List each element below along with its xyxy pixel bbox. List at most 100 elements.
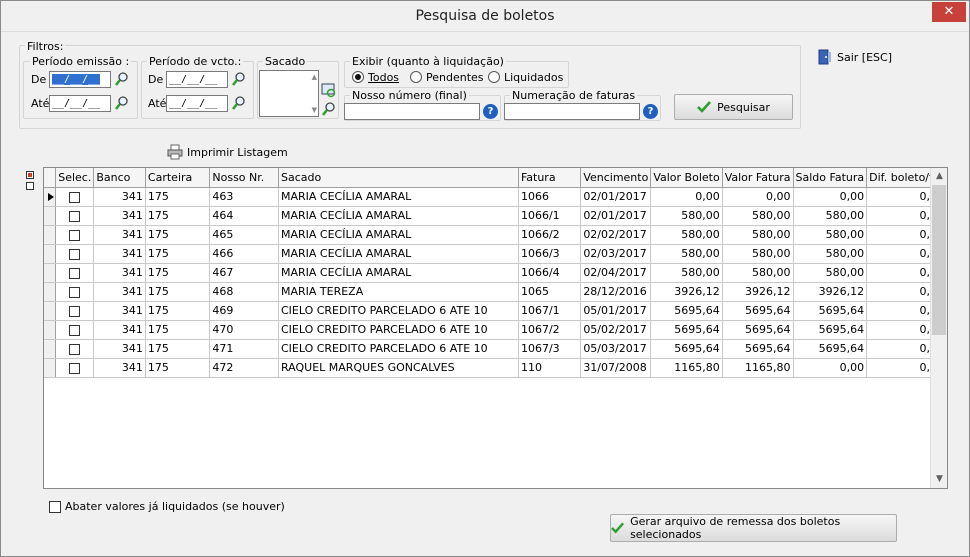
sacado-listbox-scroll-down-icon[interactable]: ▼ (312, 106, 317, 114)
nosso-numero-input[interactable] (344, 103, 480, 120)
cell-sacado[interactable]: RAQUEL MARQUES GONCALVES (278, 358, 519, 378)
grid-header-4[interactable]: Sacado (278, 168, 519, 188)
cell-sacado[interactable]: CIELO CREDITO PARCELADO 6 ATE 10 (278, 339, 519, 359)
cell-carteira[interactable]: 175 (145, 187, 211, 207)
grid-header-9[interactable]: Saldo Fatura (793, 168, 868, 188)
row-select-checkbox[interactable] (69, 362, 81, 374)
cell-banco[interactable]: 341 (93, 339, 146, 359)
cell-sacado[interactable]: MARIA CECÍLIA AMARAL (278, 263, 519, 283)
cell-sacado[interactable]: MARIA CECÍLIA AMARAL (278, 225, 519, 245)
close-button[interactable]: ✕ (932, 2, 966, 22)
cell-vencimento[interactable]: 31/07/2008 (580, 358, 652, 378)
row-select-cell[interactable] (55, 339, 95, 359)
cell-valor-boleto[interactable]: 0,00 (650, 187, 723, 207)
cell-saldo-fatura[interactable]: 5695,64 (793, 301, 868, 321)
select-none-icon[interactable] (26, 182, 34, 190)
numeracao-help-icon[interactable]: ? (643, 104, 658, 119)
cell-sacado[interactable]: CIELO CREDITO PARCELADO 6 ATE 10 (278, 320, 519, 340)
row-indicator[interactable] (44, 282, 57, 302)
row-select-checkbox[interactable] (69, 210, 81, 222)
cell-valor-fatura[interactable]: 3926,12 (722, 282, 794, 302)
sacado-lookup-icon[interactable] (321, 83, 337, 99)
radio-todos-label[interactable]: Todos (368, 71, 399, 84)
cell-vencimento[interactable]: 02/03/2017 (580, 244, 652, 264)
radio-pendentes[interactable] (410, 71, 422, 83)
row-indicator[interactable] (44, 358, 57, 378)
grid-header-1[interactable]: Banco (93, 168, 146, 188)
cell-sacado[interactable]: MARIA CECÍLIA AMARAL (278, 187, 519, 207)
cell-carteira[interactable]: 175 (145, 263, 211, 283)
cell-saldo-fatura[interactable]: 0,00 (793, 187, 868, 207)
grid-header-5[interactable]: Fatura (518, 168, 582, 188)
row-select-cell[interactable] (55, 187, 95, 207)
radio-liquidados-label[interactable]: Liquidados (504, 71, 563, 84)
row-select-checkbox[interactable] (69, 324, 81, 336)
cell-carteira[interactable]: 175 (145, 282, 211, 302)
cell-valor-boleto[interactable]: 1165,80 (650, 358, 723, 378)
cell-valor-boleto[interactable]: 5695,64 (650, 320, 723, 340)
cell-vencimento[interactable]: 05/01/2017 (580, 301, 652, 321)
row-select-checkbox[interactable] (69, 286, 81, 298)
cell-carteira[interactable]: 175 (145, 244, 211, 264)
table-row[interactable]: 341 175 466 MARIA CECÍLIA AMARAL 1066/3 02/03… (44, 244, 947, 264)
cell-nosso-nr[interactable]: 468 (209, 282, 279, 302)
row-indicator[interactable] (44, 263, 57, 283)
grid-header-0[interactable]: Selec. (55, 168, 95, 188)
cell-valor-boleto[interactable]: 3926,12 (650, 282, 723, 302)
cell-vencimento[interactable]: 02/04/2017 (580, 263, 652, 283)
row-select-cell[interactable] (55, 206, 95, 226)
vcto-ate-field[interactable]: __/__/__ (166, 95, 228, 112)
current-row-indicator-icon[interactable] (44, 187, 57, 207)
cell-nosso-nr[interactable]: 467 (209, 263, 279, 283)
row-indicator[interactable] (44, 206, 57, 226)
cell-sacado[interactable]: CIELO CREDITO PARCELADO 6 ATE 10 (278, 301, 519, 321)
grid-vertical-scrollbar[interactable]: ▲ ▼ (930, 168, 947, 488)
cell-valor-fatura[interactable]: 580,00 (722, 263, 794, 283)
pesquisar-button[interactable]: Pesquisar (674, 94, 793, 120)
cell-vencimento[interactable]: 28/12/2016 (580, 282, 652, 302)
cell-valor-fatura[interactable]: 0,00 (722, 187, 794, 207)
cell-nosso-nr[interactable]: 471 (209, 339, 279, 359)
cell-carteira[interactable]: 175 (145, 301, 211, 321)
row-select-checkbox[interactable] (69, 191, 81, 203)
cell-nosso-nr[interactable]: 464 (209, 206, 279, 226)
vcto-de-search-icon[interactable] (231, 71, 247, 87)
cell-banco[interactable]: 341 (93, 320, 146, 340)
row-select-cell[interactable] (55, 301, 95, 321)
scroll-down-icon[interactable]: ▼ (931, 471, 948, 488)
cell-saldo-fatura[interactable]: 5695,64 (793, 339, 868, 359)
row-select-cell[interactable] (55, 244, 95, 264)
scroll-thumb[interactable] (932, 185, 946, 335)
emissao-ate-field[interactable]: __/__/__ (49, 95, 111, 112)
cell-sacado[interactable]: MARIA CECÍLIA AMARAL (278, 244, 519, 264)
cell-valor-fatura[interactable]: 580,00 (722, 244, 794, 264)
abater-checkbox-row[interactable]: Abater valores já liquidados (se houver) (49, 500, 285, 513)
emissao-de-field[interactable]: __/__/__ (49, 71, 111, 88)
table-row[interactable]: 341 175 463 MARIA CECÍLIA AMARAL 1066 02/01/2… (44, 187, 947, 207)
cell-vencimento[interactable]: 02/02/2017 (580, 225, 652, 245)
table-row[interactable]: 341 175 464 MARIA CECÍLIA AMARAL 1066/1 02/01… (44, 206, 947, 226)
cell-banco[interactable]: 341 (93, 206, 146, 226)
cell-fatura[interactable]: 1067/1 (518, 301, 582, 321)
row-select-checkbox[interactable] (69, 248, 81, 260)
cell-banco[interactable]: 341 (93, 301, 146, 321)
cell-valor-boleto[interactable]: 580,00 (650, 244, 723, 264)
cell-vencimento[interactable]: 02/01/2017 (580, 187, 652, 207)
cell-carteira[interactable]: 175 (145, 206, 211, 226)
cell-valor-fatura[interactable]: 5695,64 (722, 301, 794, 321)
cell-carteira[interactable]: 175 (145, 225, 211, 245)
row-select-cell[interactable] (55, 358, 95, 378)
cell-fatura[interactable]: 1066/1 (518, 206, 582, 226)
cell-banco[interactable]: 341 (93, 244, 146, 264)
cell-valor-fatura[interactable]: 580,00 (722, 206, 794, 226)
cell-fatura[interactable]: 1066/3 (518, 244, 582, 264)
cell-fatura[interactable]: 1065 (518, 282, 582, 302)
row-select-checkbox[interactable] (69, 267, 81, 279)
cell-valor-fatura[interactable]: 5695,64 (722, 320, 794, 340)
cell-carteira[interactable]: 175 (145, 320, 211, 340)
row-select-cell[interactable] (55, 282, 95, 302)
row-indicator[interactable] (44, 225, 57, 245)
scroll-up-icon[interactable]: ▲ (931, 168, 948, 185)
row-select-cell[interactable] (55, 263, 95, 283)
sacado-search-icon[interactable] (321, 101, 337, 117)
